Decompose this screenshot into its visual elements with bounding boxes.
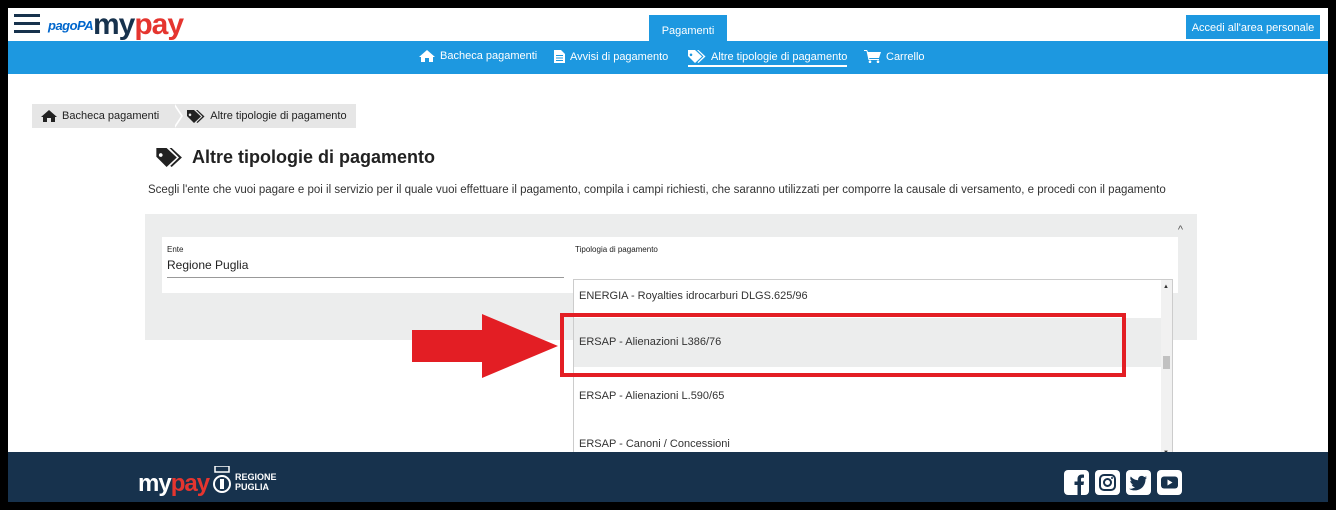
dropdown-option[interactable]: ERSAP - Alienazioni L.590/65 [574, 390, 1162, 402]
regione-line: REGIONE [235, 472, 277, 482]
nav-item-label: Bacheca pagamenti [440, 50, 538, 62]
footer-mypay-logo: mypay [138, 470, 210, 497]
breadcrumb-label: Altre tipologie di pagamento [210, 110, 347, 122]
nav-item-altre-tipologie[interactable]: Altre tipologie di pagamento [688, 50, 848, 67]
scrollbar-thumb[interactable] [1163, 356, 1170, 369]
tags-icon [187, 109, 205, 123]
nav-item-bacheca[interactable]: Bacheca pagamenti [419, 50, 537, 62]
nav-item-label: Carrello [886, 50, 925, 63]
page-title-text: Altre tipologie di pagamento [192, 147, 436, 167]
page-description: Scegli l'ente che vuoi pagare e poi il s… [148, 184, 1166, 196]
ente-input[interactable]: Regione Puglia [167, 258, 564, 278]
tipologia-label: Tipologia di pagamento [575, 245, 658, 254]
chevron-up-icon[interactable]: ^ [1178, 224, 1183, 236]
ente-label: Ente [167, 245, 184, 254]
logo-my-text: my [93, 8, 135, 41]
annotation-highlight-box [560, 313, 1126, 377]
footer: mypay REGIONE PUGLIA [8, 452, 1328, 502]
youtube-icon[interactable] [1157, 470, 1182, 495]
mypay-logo[interactable]: mypay [93, 8, 184, 41]
facebook-icon[interactable] [1064, 470, 1089, 495]
login-button[interactable]: Accedi all'area personale [1185, 14, 1321, 40]
regione-puglia-logo: REGIONE PUGLIA [235, 472, 277, 492]
dropdown-option[interactable]: ERSAP - Canoni / Concessioni [574, 438, 1162, 450]
dropdown-scrollbar[interactable]: ▲ ▼ [1161, 280, 1172, 459]
pagopa-logo: pagoPA [48, 18, 94, 33]
nav-item-label: Avvisi di pagamento [570, 50, 669, 63]
breadcrumb-item-bacheca[interactable]: Bacheca pagamenti [32, 104, 184, 128]
scroll-up-icon[interactable]: ▲ [1163, 284, 1169, 290]
main-nav: Bacheca pagamenti Avvisi di pagamento Al… [8, 41, 1328, 74]
logo-pay-text: pay [170, 470, 210, 497]
dropdown-option[interactable]: ENERGIA - Royalties idrocarburi DLGS.625… [574, 290, 1162, 302]
annotation-arrow-icon [412, 314, 558, 378]
tags-icon [688, 50, 706, 63]
page-title: Altre tipologie di pagamento [156, 147, 435, 168]
nav-item-avvisi[interactable]: Avvisi di pagamento [554, 50, 668, 63]
logo-my-text: my [138, 470, 172, 497]
top-header: pagoPA mypay Pagamenti Accedi all'area p… [8, 8, 1328, 47]
hamburger-menu-icon[interactable] [14, 14, 40, 34]
document-icon [554, 50, 565, 63]
breadcrumb-item-altre-tipologie: Altre tipologie di pagamento [173, 104, 356, 128]
logo-pay-text: pay [134, 8, 184, 41]
regione-emblem-icon [213, 466, 231, 493]
nav-item-label: Altre tipologie di pagamento [711, 50, 848, 63]
instagram-icon[interactable] [1095, 470, 1120, 495]
twitter-icon[interactable] [1126, 470, 1151, 495]
breadcrumb-label: Bacheca pagamenti [62, 110, 160, 122]
cart-icon [864, 50, 881, 63]
nav-item-carrello[interactable]: Carrello [864, 50, 925, 63]
home-icon [41, 110, 57, 122]
tags-icon [156, 148, 182, 167]
home-icon [419, 50, 435, 62]
breadcrumb: Bacheca pagamenti Altre tipologie di pag… [32, 104, 356, 128]
puglia-line: PUGLIA [235, 482, 270, 492]
app-window: pagoPA mypay Pagamenti Accedi all'area p… [8, 8, 1328, 502]
